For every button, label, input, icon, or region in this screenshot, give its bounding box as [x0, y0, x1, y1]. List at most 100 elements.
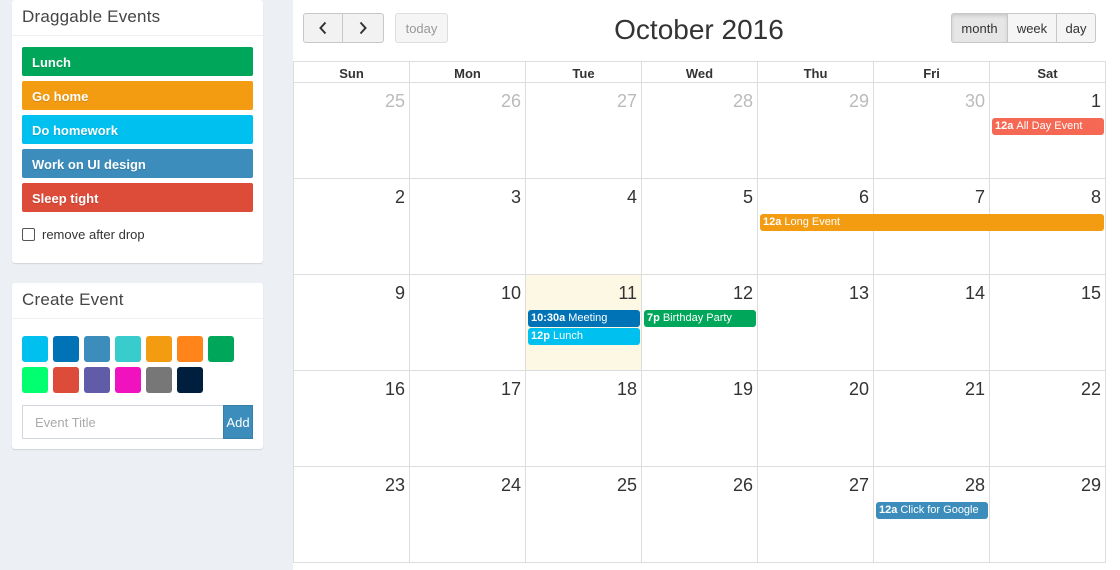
color-swatch[interactable]: [53, 367, 79, 393]
day-number: 20: [848, 379, 869, 399]
day-cell[interactable]: 25: [293, 83, 410, 178]
day-cell[interactable]: 28: [642, 83, 758, 178]
week-view-button[interactable]: week: [1008, 13, 1057, 43]
day-cell[interactable]: 5: [642, 179, 758, 274]
day-cell[interactable]: 19: [642, 371, 758, 466]
color-row: [22, 336, 254, 362]
day-number: 5: [742, 187, 753, 207]
event-title-input[interactable]: [22, 405, 223, 439]
external-event-item[interactable]: Lunch: [22, 47, 253, 76]
color-swatch[interactable]: [146, 336, 172, 362]
calendar-event[interactable]: 12a Click for Google: [876, 502, 988, 519]
day-cell[interactable]: 27: [758, 467, 874, 562]
panel-title: Draggable Events: [22, 7, 161, 26]
day-cell[interactable]: 30: [874, 83, 990, 178]
day-cell[interactable]: 18: [526, 371, 642, 466]
day-cell[interactable]: 29: [758, 83, 874, 178]
day-number: 29: [1080, 475, 1101, 495]
day-of-week-label: Wed: [642, 62, 758, 82]
color-swatch[interactable]: [177, 367, 203, 393]
day-cell[interactable]: 26: [642, 467, 758, 562]
day-cell[interactable]: 23: [293, 467, 410, 562]
event-time: 10:30a: [531, 312, 566, 324]
day-number: 15: [1080, 283, 1101, 303]
day-cell[interactable]: 17: [410, 371, 526, 466]
day-of-week-label: Thu: [758, 62, 874, 82]
day-of-week-label: Fri: [874, 62, 990, 82]
calendar: today October 2016 month week day Sun Mon…: [293, 0, 1120, 570]
color-swatch[interactable]: [115, 367, 141, 393]
event-time: 12a: [995, 120, 1014, 132]
remove-after-drop-checkbox[interactable]: [22, 228, 35, 241]
day-cell[interactable]: 3: [410, 179, 526, 274]
event-title: Lunch: [552, 330, 583, 342]
day-cell[interactable]: 4: [526, 179, 642, 274]
new-event-group: Add: [22, 405, 253, 439]
day-number: 30: [964, 91, 985, 111]
day-cell[interactable]: 14: [874, 275, 990, 370]
day-number: 13: [848, 283, 869, 303]
day-cell[interactable]: 15: [990, 275, 1106, 370]
day-of-week-header: Sun Mon Tue Wed Thu Fri Sat: [293, 61, 1106, 83]
external-event-item[interactable]: Work on UI design: [22, 149, 253, 178]
day-cell[interactable]: 22: [990, 371, 1106, 466]
month-grid: Sun Mon Tue Wed Thu Fri Sat 25 26 27 28 29 30 1 12a Al…: [293, 61, 1106, 563]
add-event-button[interactable]: Add: [223, 405, 253, 439]
day-cell[interactable]: 21: [874, 371, 990, 466]
week-row: 23 24 25 26 27 28 29 12a Click for Google: [293, 467, 1106, 563]
color-swatch[interactable]: [84, 336, 110, 362]
month-view-button[interactable]: month: [951, 13, 1008, 43]
color-swatch[interactable]: [22, 367, 48, 393]
day-number: 11: [618, 283, 637, 303]
day-view-button[interactable]: day: [1057, 13, 1096, 43]
day-number: 24: [500, 475, 521, 495]
day-number: 22: [1080, 379, 1101, 399]
day-cell[interactable]: 20: [758, 371, 874, 466]
event-time: 12a: [763, 216, 782, 228]
day-cell[interactable]: 2: [293, 179, 410, 274]
day-cell[interactable]: 29: [990, 467, 1106, 562]
color-swatch[interactable]: [115, 336, 141, 362]
day-number: 17: [500, 379, 521, 399]
day-cell[interactable]: 16: [293, 371, 410, 466]
event-title: All Day Event: [1016, 120, 1083, 132]
day-cell[interactable]: 27: [526, 83, 642, 178]
day-number: 25: [384, 91, 405, 111]
day-cell[interactable]: 9: [293, 275, 410, 370]
calendar-event[interactable]: 10:30a Meeting: [528, 310, 640, 327]
color-swatch[interactable]: [146, 367, 172, 393]
day-cell[interactable]: 10: [410, 275, 526, 370]
day-cell[interactable]: 13: [758, 275, 874, 370]
day-number: 26: [732, 475, 753, 495]
day-number: 28: [964, 475, 985, 495]
color-swatch[interactable]: [84, 367, 110, 393]
external-event-item[interactable]: Sleep tight: [22, 183, 253, 212]
color-swatch[interactable]: [177, 336, 203, 362]
day-number: 8: [1090, 187, 1101, 207]
calendar-event[interactable]: 12a Long Event: [760, 214, 1104, 231]
panel-header: Create Event: [12, 283, 263, 319]
color-row: [22, 367, 254, 393]
day-cell[interactable]: 25: [526, 467, 642, 562]
day-cell[interactable]: 26: [410, 83, 526, 178]
calendar-event[interactable]: 12a All Day Event: [992, 118, 1104, 135]
color-swatch[interactable]: [53, 336, 79, 362]
day-of-week-label: Sun: [293, 62, 410, 82]
week-row: 9 10 11 12 13 14 15 10:30a Meeting 12p Lunch 7p Birt…: [293, 275, 1106, 371]
remove-after-drop-row[interactable]: remove after drop: [22, 227, 145, 242]
day-number: 9: [394, 283, 405, 303]
day-of-week-label: Tue: [526, 62, 642, 82]
remove-after-drop-label[interactable]: remove after drop: [42, 227, 145, 242]
external-event-item[interactable]: Go home: [22, 81, 253, 110]
day-number: 21: [964, 379, 985, 399]
weeks-container: 25 26 27 28 29 30 1 12a All Day Event 2 3 4 5 6 7 8 12a L…: [293, 83, 1106, 563]
calendar-event[interactable]: 7p Birthday Party: [644, 310, 756, 327]
panel-title: Create Event: [22, 290, 124, 309]
color-swatch[interactable]: [208, 336, 234, 362]
day-cell[interactable]: 24: [410, 467, 526, 562]
color-swatch[interactable]: [22, 336, 48, 362]
event-time: 12a: [879, 504, 898, 516]
day-number: 28: [732, 91, 753, 111]
external-event-item[interactable]: Do homework: [22, 115, 253, 144]
calendar-event[interactable]: 12p Lunch: [528, 328, 640, 345]
